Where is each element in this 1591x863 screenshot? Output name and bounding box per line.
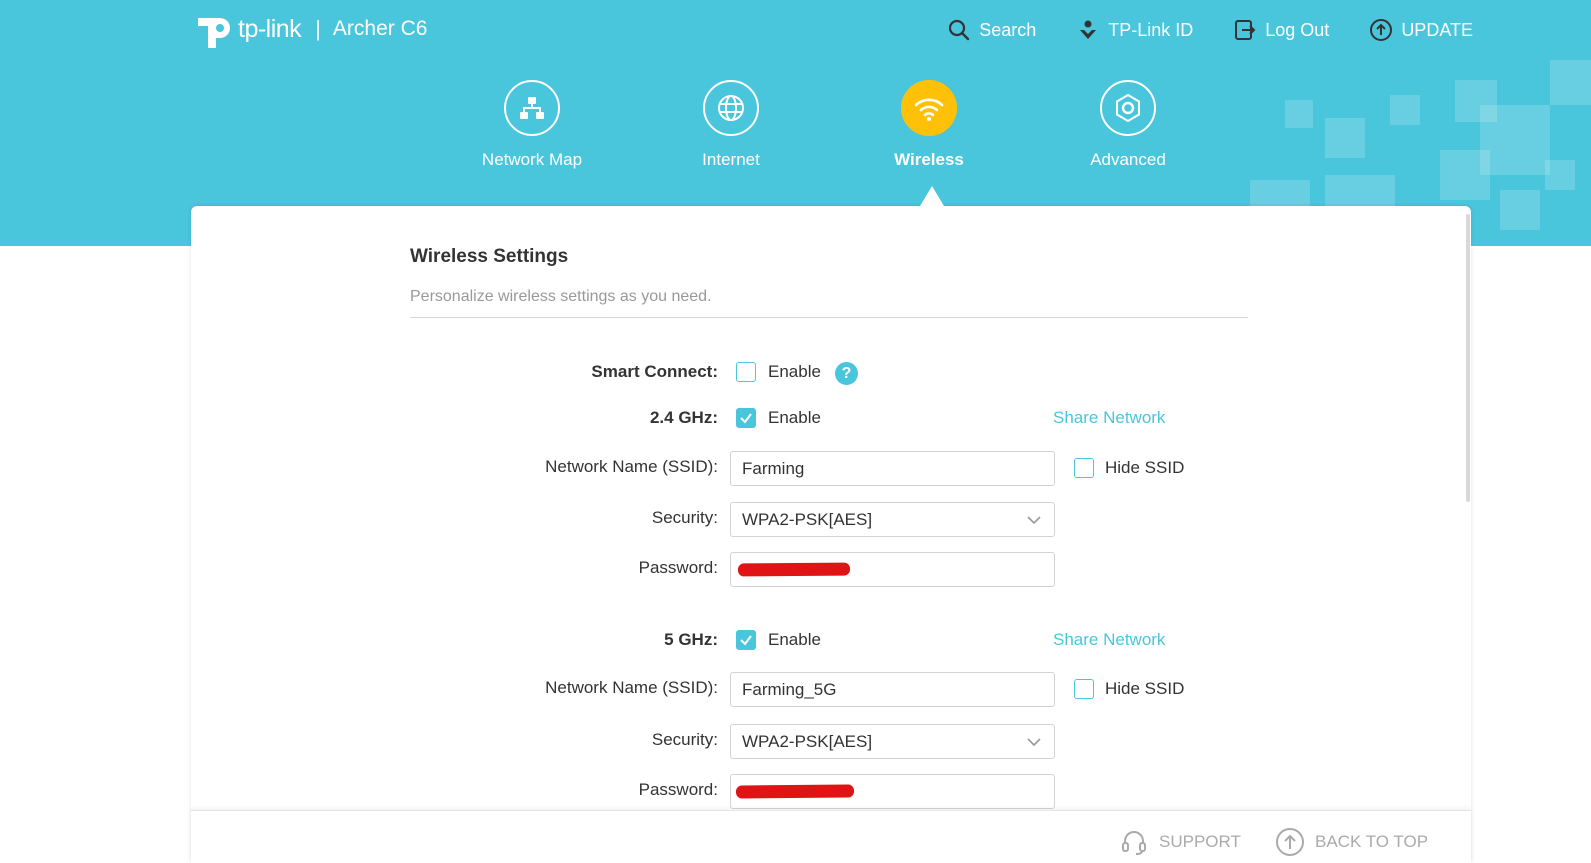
band-24-hide-ssid-label: Hide SSID — [1105, 458, 1185, 477]
search-button[interactable]: Search — [947, 18, 1036, 42]
network-map-icon — [520, 97, 544, 119]
chevron-down-icon — [1027, 737, 1041, 746]
support-link[interactable]: SUPPORT — [1119, 827, 1241, 857]
smart-connect-enable-label: Enable — [768, 362, 821, 381]
back-to-top-link[interactable]: BACK TO TOP — [1275, 827, 1428, 857]
nav-internet[interactable]: Internet — [661, 80, 801, 170]
main-navigation: Network Map Internet Wireless Advanced — [0, 80, 1591, 200]
advanced-circle — [1100, 80, 1156, 136]
arrow-up-circle-icon — [1276, 828, 1304, 856]
band-5-hide-ssid-checkbox[interactable] — [1074, 679, 1094, 699]
checkmark-icon — [740, 413, 752, 424]
band-24-ssid-input[interactable]: Farming — [730, 451, 1055, 486]
nav-internet-label: Internet — [702, 150, 760, 169]
band-24-enable-checkbox[interactable] — [736, 408, 756, 428]
band-5-security-value: WPA2-PSK[AES] — [742, 731, 873, 751]
internet-circle — [703, 80, 759, 136]
band-5-enable-checkbox[interactable] — [736, 630, 756, 650]
update-label: UPDATE — [1401, 19, 1473, 40]
band-24-enable-label: Enable — [768, 408, 821, 427]
panel-scrollbar[interactable] — [1466, 214, 1470, 502]
checkmark-icon — [740, 635, 752, 646]
wifi-icon — [914, 98, 944, 121]
top-navigation: Search TP-Link ID Log Out UPDATE — [947, 18, 1473, 42]
band-24-ssid-label: Network Name (SSID): — [545, 457, 718, 476]
band-5-ssid-input[interactable]: Farming_5G — [730, 672, 1055, 707]
model-name: Archer C6 — [332, 17, 428, 40]
logout-icon — [1235, 20, 1256, 40]
band-5-enable-label: Enable — [768, 630, 821, 649]
wireless-circle — [901, 80, 957, 136]
footer-bar: SUPPORT BACK TO TOP — [191, 810, 1471, 863]
gear-icon — [1116, 93, 1140, 123]
nav-network-map[interactable]: Network Map — [462, 80, 602, 170]
band-5-ssid-value: Farming_5G — [742, 679, 837, 699]
network-map-circle — [504, 80, 560, 136]
tplink-id-label: TP-Link ID — [1108, 19, 1194, 40]
password-redaction-mark — [737, 562, 851, 577]
headset-icon — [1122, 831, 1146, 855]
page-subtitle: Personalize wireless settings as you nee… — [410, 288, 712, 305]
smart-connect-label: Smart Connect: — [591, 362, 718, 381]
nav-advanced-label: Advanced — [1090, 150, 1166, 169]
tplink-id-button[interactable]: TP-Link ID — [1076, 18, 1193, 42]
help-icon[interactable]: ? — [835, 362, 858, 385]
band-5-hide-ssid-label: Hide SSID — [1105, 679, 1185, 698]
band-24-label: 2.4 GHz: — [649, 408, 718, 427]
search-icon — [949, 19, 970, 41]
chevron-down-icon — [1027, 515, 1041, 524]
logout-button[interactable]: Log Out — [1233, 18, 1329, 42]
band-24-security-select[interactable]: WPA2-PSK[AES] — [730, 502, 1055, 537]
tplink-logo[interactable]: tp-link | Archer C6 — [190, 6, 427, 52]
logo-separator: | — [315, 16, 321, 41]
password-redaction-mark — [735, 784, 855, 799]
search-label: Search — [979, 19, 1037, 40]
band-5-security-label: Security: — [651, 730, 718, 749]
back-to-top-label: BACK TO TOP — [1315, 832, 1429, 851]
nav-advanced[interactable]: Advanced — [1058, 80, 1198, 170]
tplink-id-icon — [1080, 20, 1097, 39]
title-divider — [410, 317, 1248, 318]
support-label: SUPPORT — [1159, 832, 1241, 851]
active-tab-pointer — [920, 186, 944, 206]
band-5-security-select[interactable]: WPA2-PSK[AES] — [730, 724, 1055, 759]
page-title: Wireless Settings — [410, 246, 569, 267]
tplink-logo-icon — [198, 18, 230, 48]
band-24-hide-ssid-checkbox[interactable] — [1074, 458, 1094, 478]
band-5-share-network-link[interactable]: Share Network — [1053, 630, 1165, 650]
logout-label: Log Out — [1265, 19, 1330, 40]
band-24-security-value: WPA2-PSK[AES] — [742, 509, 873, 529]
update-icon — [1370, 19, 1393, 41]
nav-wireless-label: Wireless — [894, 150, 964, 169]
smart-connect-checkbox[interactable] — [736, 362, 756, 382]
update-button[interactable]: UPDATE — [1369, 18, 1473, 42]
band-5-label: 5 GHz: — [664, 630, 718, 649]
band-24-share-network-link[interactable]: Share Network — [1053, 408, 1165, 428]
nav-wireless[interactable]: Wireless — [859, 80, 999, 170]
brand-name: tp-link — [238, 14, 302, 43]
band-24-password-label: Password: — [638, 558, 718, 577]
band-24-security-label: Security: — [651, 508, 718, 527]
nav-network-map-label: Network Map — [481, 150, 583, 169]
internet-globe-icon — [718, 95, 744, 121]
band-5-ssid-label: Network Name (SSID): — [545, 678, 718, 697]
band-24-ssid-value: Farming — [742, 458, 805, 478]
band-5-password-label: Password: — [638, 780, 718, 799]
